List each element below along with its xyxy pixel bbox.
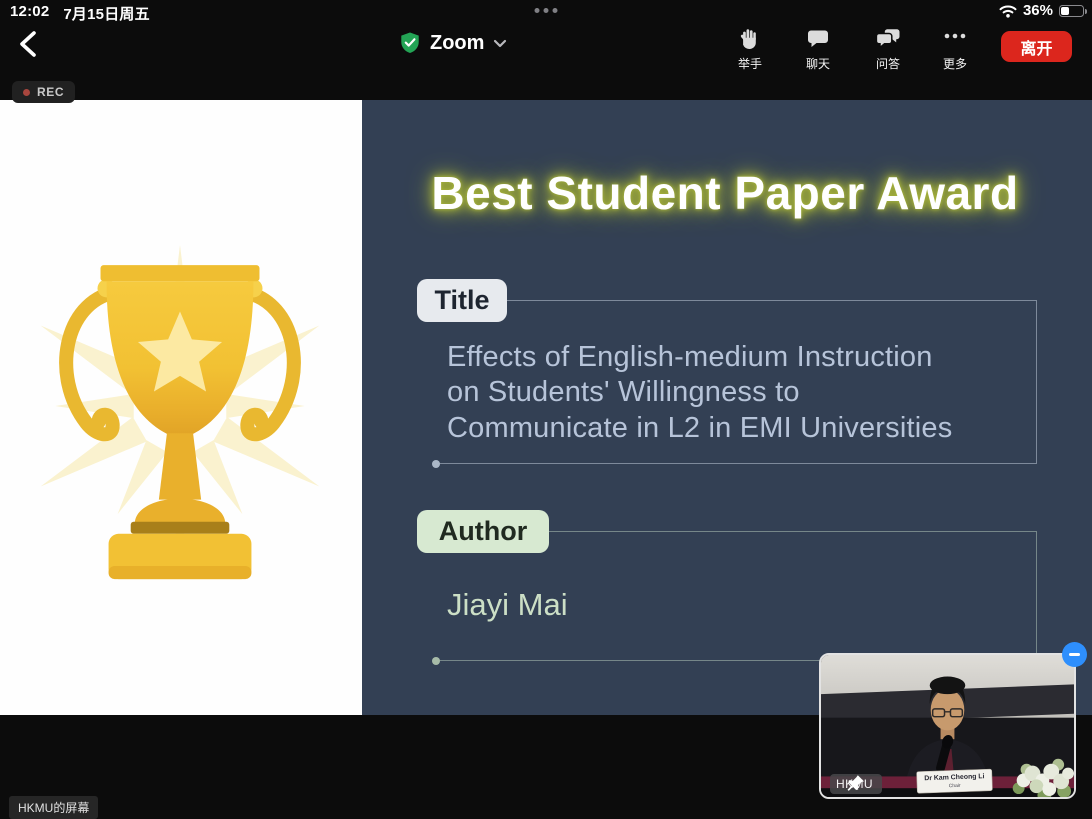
recording-label: REC <box>37 85 64 99</box>
raise-hand-label: 举手 <box>738 55 762 72</box>
recording-dot-icon <box>23 89 30 96</box>
more-label: 更多 <box>943 55 967 72</box>
system-menu-dots-icon[interactable] <box>535 8 558 13</box>
recording-indicator: REC <box>12 81 75 103</box>
slide-left-panel <box>0 100 362 715</box>
back-chevron-icon <box>15 29 41 59</box>
raise-hand-button[interactable]: 举手 <box>719 27 781 72</box>
title-badge: Title <box>417 279 507 322</box>
qa-label: 问答 <box>876 55 900 72</box>
more-button[interactable]: 更多 <box>924 27 986 72</box>
status-bar: 12:02 7月15日周五 36% <box>0 0 1092 22</box>
nameplate-title: Chair <box>949 783 961 789</box>
date: 7月15日周五 <box>63 3 149 24</box>
shared-screen-slide: Best Student Paper Award Title Effects o… <box>0 100 1092 715</box>
participant-video-thumbnail[interactable]: Dr Kam Cheong Li Chair HKMU <box>819 653 1076 799</box>
paper-title-text: Effects of English-medium Instruction on… <box>447 340 952 446</box>
meeting-title: Zoom <box>430 32 484 55</box>
pin-icon <box>830 774 882 794</box>
battery-icon <box>1059 5 1084 17</box>
author-box-dot <box>432 657 440 665</box>
security-shield-icon <box>399 31 421 55</box>
leave-meeting-button[interactable]: 离开 <box>1001 31 1072 62</box>
raise-hand-icon <box>738 27 763 51</box>
title-box-dot <box>432 460 440 468</box>
participant-name-badge: HKMU <box>830 774 882 794</box>
trophy-illustration <box>14 166 346 636</box>
meeting-info-dropdown[interactable]: Zoom <box>399 31 507 55</box>
battery-percent: 36% <box>1023 2 1053 19</box>
chevron-down-icon <box>493 39 507 48</box>
chat-icon <box>806 27 830 51</box>
zoom-meeting-app: 12:02 7月15日周五 36% <box>0 0 1092 819</box>
more-icon <box>942 27 968 51</box>
author-badge: Author <box>417 510 549 553</box>
author-name-text: Jiayi Mai <box>447 587 568 623</box>
meeting-toolbar: Zoom 举手 聊天 <box>0 22 1092 86</box>
back-button[interactable] <box>12 28 44 62</box>
wifi-icon <box>999 4 1017 18</box>
screen-share-banner: HKMU的屏幕 <box>9 796 98 819</box>
chat-label: 聊天 <box>806 55 830 72</box>
qa-button[interactable]: 问答 <box>857 27 919 72</box>
chat-button[interactable]: 聊天 <box>787 27 849 72</box>
qa-icon <box>875 27 901 51</box>
slide-heading: Best Student Paper Award <box>380 166 1070 220</box>
minimize-video-button[interactable] <box>1062 642 1087 667</box>
minus-icon <box>1069 653 1080 656</box>
clock: 12:02 <box>10 3 49 24</box>
